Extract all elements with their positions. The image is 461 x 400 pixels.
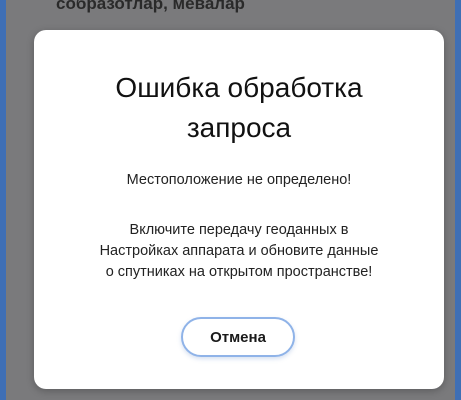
cancel-button[interactable]: Отмена bbox=[181, 317, 295, 357]
background-text: собразотлар, мевалар bbox=[56, 0, 245, 13]
error-dialog: Ошибка обработка запроса Местоположение … bbox=[34, 30, 444, 389]
instructions-line-1: Включите передачу геоданных в bbox=[129, 222, 349, 238]
instructions-line-3: о спутниках на открытом пространстве! bbox=[105, 264, 373, 280]
instructions-line-2: Настройках аппарата и обновите данные bbox=[99, 243, 379, 259]
dialog-instructions: Включите передачу геоданных в Настройках… bbox=[44, 220, 434, 283]
dialog-title: Ошибка обработка запроса bbox=[54, 68, 424, 148]
dialog-title-line-1: Ошибка обработка bbox=[115, 72, 363, 103]
dialog-message: Местоположение не определено! bbox=[126, 172, 352, 188]
dialog-title-line-2: запроса bbox=[186, 112, 292, 143]
